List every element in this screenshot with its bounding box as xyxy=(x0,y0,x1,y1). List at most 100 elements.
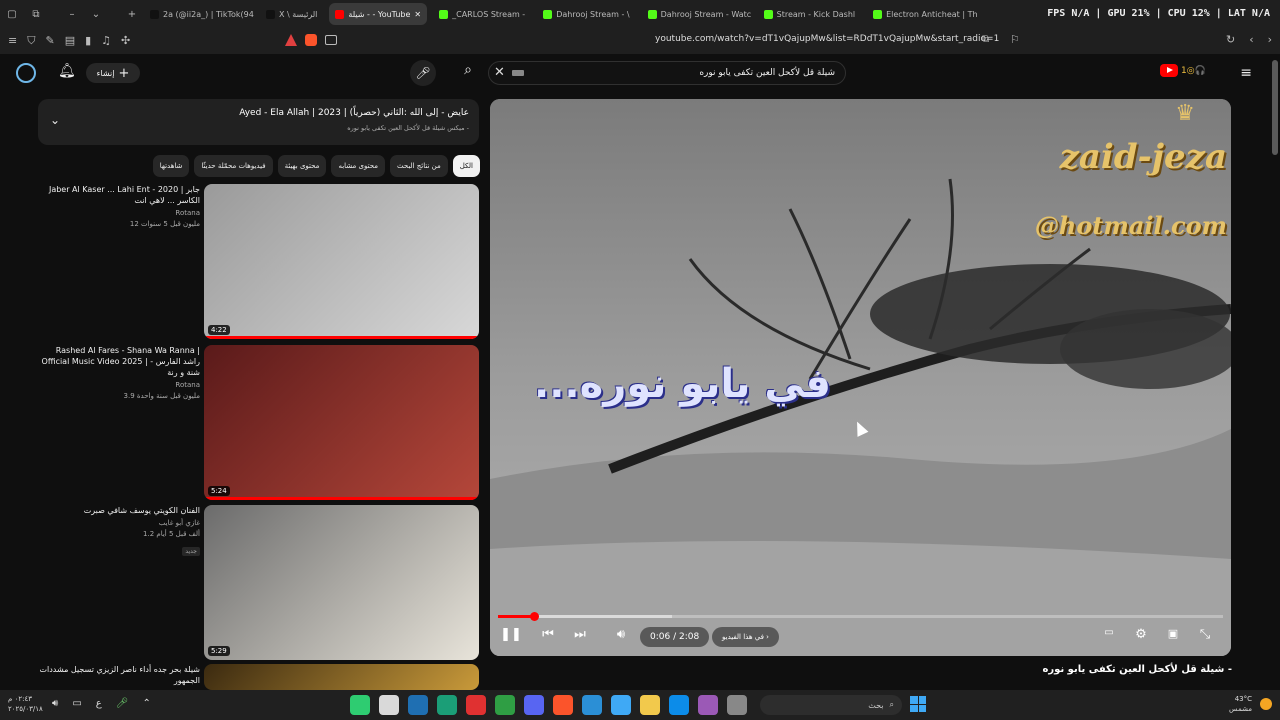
pause-icon[interactable]: ❚❚ xyxy=(498,627,524,649)
copilot-icon[interactable] xyxy=(350,695,370,715)
video-list-item[interactable]: شيلة بحر جده أداء ناصر الزيزي تسجيل مشدد… xyxy=(38,664,479,690)
tab-list-chevron-icon[interactable]: ⌄ xyxy=(84,9,108,20)
video-title-text[interactable]: الفنان الكويتي يوسف شافي صبرت xyxy=(38,505,200,516)
riot-icon[interactable] xyxy=(466,695,486,715)
next-icon[interactable]: ⏭︎ xyxy=(567,627,593,649)
outlook-icon[interactable] xyxy=(582,695,602,715)
screen-icon[interactable] xyxy=(325,35,337,45)
mic-tray-icon[interactable]: 🎤︎ xyxy=(116,698,129,709)
puzzle-icon[interactable]: ✣ xyxy=(121,34,130,48)
video-meta: 3.9 مليون قبل سنة واحدة xyxy=(123,392,200,400)
xbox-icon[interactable] xyxy=(437,695,457,715)
teams-icon[interactable] xyxy=(698,695,718,715)
explorer-icon[interactable] xyxy=(640,695,660,715)
filter-chip[interactable]: الكل xyxy=(452,155,480,177)
playlist-panel[interactable]: Ayed - Ela Allah | 2023 | (حصرياً) عايض … xyxy=(38,99,479,145)
filter-chip[interactable]: فيديوهات محمّلة حديثًا xyxy=(194,155,273,177)
obs-icon[interactable] xyxy=(379,695,399,715)
video-list-item[interactable]: 5:24 Rashed Al Fares - Shana Wa Ranna | O… xyxy=(38,345,479,500)
keyboard-icon[interactable] xyxy=(512,70,524,76)
minimize-icon[interactable]: – xyxy=(60,9,84,20)
subtitles-icon[interactable]: ▭ xyxy=(1096,627,1122,649)
video-list-item[interactable]: 4:22 Jaber Al Kaser ... Lahi Ent - 2020 |… xyxy=(38,184,479,339)
language-icon[interactable]: ع xyxy=(96,698,102,709)
video-thumbnail[interactable]: 4:22 xyxy=(204,184,479,339)
brave-icon[interactable] xyxy=(553,695,573,715)
nvidia-icon[interactable] xyxy=(495,695,515,715)
create-button[interactable]: إنشاء + xyxy=(86,63,140,83)
windows-start-icon[interactable] xyxy=(910,696,926,712)
filter-chip[interactable]: محتوى مشابه xyxy=(331,155,385,177)
video-thumbnail[interactable]: 5:29 xyxy=(204,505,479,660)
guide-menu-icon[interactable]: ≡ xyxy=(1240,65,1252,81)
video-thumbnail[interactable] xyxy=(204,664,479,690)
clock[interactable]: ٠٢:٤٣ م ٢٠٢٥/٠٣/١٨ xyxy=(8,694,43,714)
extensions-icon[interactable]: ✎ xyxy=(45,34,54,48)
tabs-icon[interactable]: ▤ xyxy=(65,34,75,48)
chapter-pill[interactable]: في هذا الفيديو › xyxy=(712,627,779,647)
filter-chip[interactable]: شاهدتها xyxy=(152,155,190,177)
browser-tab[interactable]: Dahrooj Stream - Watc xyxy=(642,3,752,25)
triangle-icon[interactable] xyxy=(285,34,297,46)
menu-icon[interactable]: ≡ xyxy=(8,34,17,48)
channel-name[interactable]: Rotana xyxy=(38,209,200,217)
video-thumbnail[interactable]: 5:24 xyxy=(204,345,479,500)
video-title-text[interactable]: شيلة بحر جده أداء ناصر الزيزي تسجيل مشدد… xyxy=(38,664,200,686)
video-title-text[interactable]: Jaber Al Kaser ... Lahi Ent - 2020 | جاب… xyxy=(38,184,200,206)
workspaces-icon[interactable]: ⧉ xyxy=(24,9,48,20)
browser-tab[interactable]: Stream - Kick Dashl xyxy=(758,3,861,25)
shield-icon[interactable]: ⛉ xyxy=(27,34,35,48)
bookmark-icon[interactable]: ⚐ xyxy=(1010,33,1020,46)
browser-tab[interactable]: X \ الرئيسة xyxy=(260,3,323,25)
browser-tab[interactable]: _CARLOS Stream - xyxy=(433,3,531,25)
filter-chip[interactable]: محتوى بهيئة xyxy=(277,155,327,177)
progress-bar[interactable] xyxy=(498,612,1223,621)
mic-icon[interactable]: 🎤︎ xyxy=(410,60,436,86)
search-icon[interactable]: ⌕ xyxy=(454,62,482,84)
tray-overflow-icon[interactable]: ⌃ xyxy=(142,698,150,709)
browser-tab[interactable]: Electron Anticheat | Th xyxy=(867,3,977,25)
volume-tray-icon[interactable]: 🔊︎ xyxy=(52,698,58,709)
weather-widget[interactable]: 43°C مشمس xyxy=(1229,694,1272,714)
theater-mode-icon[interactable]: ▣ xyxy=(1160,627,1186,649)
brave-shield-icon[interactable] xyxy=(305,34,317,46)
bell-icon[interactable]: 🔔︎ xyxy=(58,63,76,79)
clear-search-icon[interactable]: ✕ xyxy=(494,65,505,80)
sidebar-icon[interactable]: ▮ xyxy=(85,34,91,48)
reload-icon[interactable]: ↻ xyxy=(1226,33,1235,46)
channel-name[interactable]: غازي أبو غايب xyxy=(38,519,200,527)
discord-icon[interactable] xyxy=(524,695,544,715)
store-icon[interactable] xyxy=(611,695,631,715)
chevron-down-icon[interactable]: ⌄ xyxy=(50,113,60,127)
page-scrollbar[interactable] xyxy=(1272,60,1278,155)
avatar[interactable] xyxy=(16,63,36,83)
music-icon[interactable]: ♫ xyxy=(101,34,111,48)
back-icon[interactable]: ‹ xyxy=(1249,33,1253,46)
previous-icon[interactable]: ⏮︎ xyxy=(535,627,561,649)
channel-name[interactable]: Rotana xyxy=(38,381,200,389)
sidebar-toggle-icon[interactable]: ▢ xyxy=(0,9,24,20)
browser-tab[interactable]: 2a (@ii2a_) | TikTok(94) xyxy=(144,3,254,25)
share-icon[interactable]: ⧉ xyxy=(982,34,989,45)
browser-tab[interactable]: شيلة - - YouTube ✕ xyxy=(329,3,428,25)
steam-icon[interactable] xyxy=(408,695,428,715)
video-list-item[interactable]: 5:29 الفنان الكويتي يوسف شافي صبرت غازي أب… xyxy=(38,505,479,660)
youtube-logo[interactable]: 1◎🎧 xyxy=(1160,64,1206,77)
watched-progress xyxy=(204,497,479,500)
browser-tab[interactable]: Dahrooj Stream - \ xyxy=(537,3,635,25)
task-view-icon[interactable] xyxy=(727,695,747,715)
filter-chip[interactable]: من نتائج البحث xyxy=(389,155,448,177)
new-tab-icon[interactable]: + xyxy=(120,9,144,20)
search-input[interactable]: شيلة قل لأكحل العين تكفى يابو نوره xyxy=(488,61,846,85)
url-field[interactable]: youtube.com/watch?v=dT1vQajupMw&list=RDd… xyxy=(655,34,999,44)
taskbar-search[interactable]: بحث ⌕ xyxy=(760,695,902,715)
video-player[interactable]: zaid-jeza @hotmail.com ♛ ...في يابو نوره… xyxy=(490,99,1231,656)
volume-icon[interactable]: 🔊︎ xyxy=(608,627,634,649)
network-icon[interactable]: ▭ xyxy=(72,698,81,709)
tab-close-icon[interactable]: ✕ xyxy=(414,10,421,19)
settings-gear-icon[interactable]: ⚙ xyxy=(1128,627,1154,649)
fullscreen-icon[interactable]: ⤡ xyxy=(1192,627,1218,649)
forward-icon[interactable]: › xyxy=(1268,33,1272,46)
video-title-text[interactable]: Rashed Al Fares - Shana Wa Ranna | Offic… xyxy=(38,345,200,378)
edge-icon[interactable] xyxy=(669,695,689,715)
